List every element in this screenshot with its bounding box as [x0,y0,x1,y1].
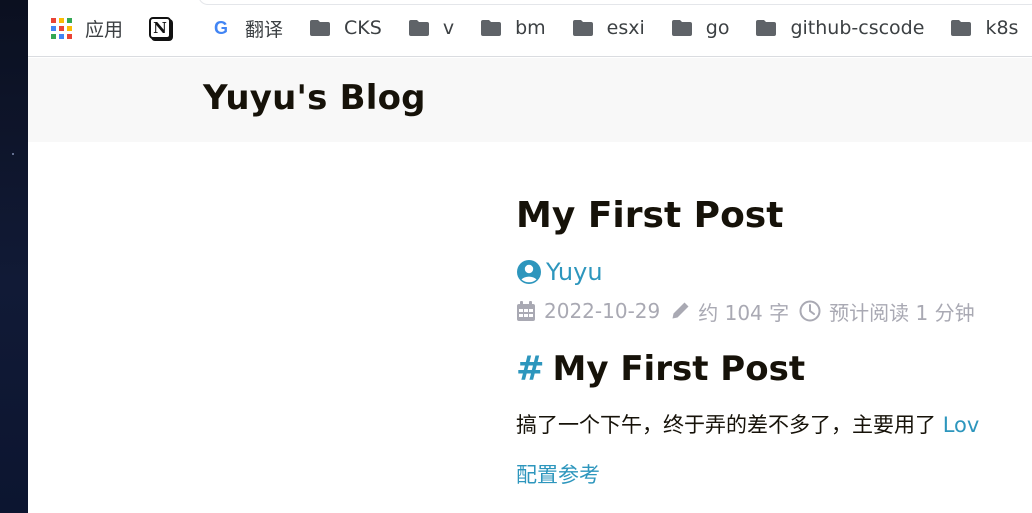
folder-icon [309,17,331,39]
folder-icon [408,17,430,39]
word-count-text: 约 104 字 [698,300,790,325]
bookmark-apps[interactable]: 应用 [50,13,123,43]
post-title: My First Post [516,195,784,236]
author-name: Yuyu [546,258,603,286]
post-meta: 2022-10-29 约 104 字 预计阅读 1 分钟 [516,294,1032,328]
notion-glyph: N [149,17,172,39]
post-date: 2022-10-29 [516,299,660,323]
post-article: My First Post Yuyu 2022-10-29 约 104 字 预计… [516,190,1032,492]
config-reference-link[interactable]: 配置参考 [516,458,1032,492]
bookmark-label: bm [515,17,546,39]
read-time-text: 预计阅读 1 分钟 [829,300,975,325]
pencil-icon [672,302,689,319]
bookmark-translate[interactable]: G 翻译 [210,13,283,43]
bookmark-label: 应用 [85,18,124,41]
post-author[interactable]: Yuyu [516,254,1032,290]
bookmark-label: CKS [344,17,382,39]
folder-icon [671,17,693,39]
heading-text: My First Post [552,349,806,389]
heading-anchor[interactable]: # [516,349,545,389]
user-circle-icon [517,260,541,284]
bookmark-folder-esxi[interactable]: esxi [572,13,645,43]
paragraph-text: 搞了一个下午，终于弄的差不多了，主要用了 [516,413,943,437]
post-read-time: 预计阅读 1 分钟 [799,297,975,326]
bookmark-folder-v[interactable]: v [408,13,454,43]
folder-icon [755,17,777,39]
bookmark-folder-k8s[interactable]: k8s [950,13,1018,43]
google-translate-icon: G [210,17,232,39]
folder-icon [480,17,502,39]
folder-icon [950,17,972,39]
bookmark-label: v [442,17,455,39]
post-paragraph: 搞了一个下午，终于弄的差不多了，主要用了 Lov [516,408,1032,442]
folder-icon [572,17,594,39]
bookmark-folder-github-cscode[interactable]: github-cscode [755,13,924,43]
bookmark-label: esxi [606,17,645,39]
post-date-text: 2022-10-29 [544,299,661,323]
desktop-background [0,0,28,513]
bookmark-folder-cks[interactable]: CKS [309,13,382,43]
paragraph-link[interactable]: Lov [943,413,980,437]
notion-icon: N [149,17,172,39]
site-header: Yuyu's Blog [28,58,1032,142]
post-word-count: 约 104 字 [670,297,789,326]
bookmark-folder-bm[interactable]: bm [480,13,546,43]
bookmark-label: go [705,17,730,39]
google-glyph: G [214,18,228,38]
site-title[interactable]: Yuyu's Blog [203,78,426,118]
bookmark-label: github-cscode [790,17,925,39]
calendar-icon [517,301,535,321]
bookmarks-bar: 应用 N G 翻译 CKS v bm esxi go github-cscode… [28,0,1032,57]
bookmark-folder-go[interactable]: go [671,13,730,43]
bookmark-label: 翻译 [245,18,284,41]
bookmark-label: k8s [985,17,1019,39]
apps-grid-icon [50,17,72,39]
desktop-star [12,153,14,155]
bookmark-notion[interactable]: N [149,13,184,43]
content-heading: # My First Post [516,344,1032,394]
clock-icon [799,300,821,322]
